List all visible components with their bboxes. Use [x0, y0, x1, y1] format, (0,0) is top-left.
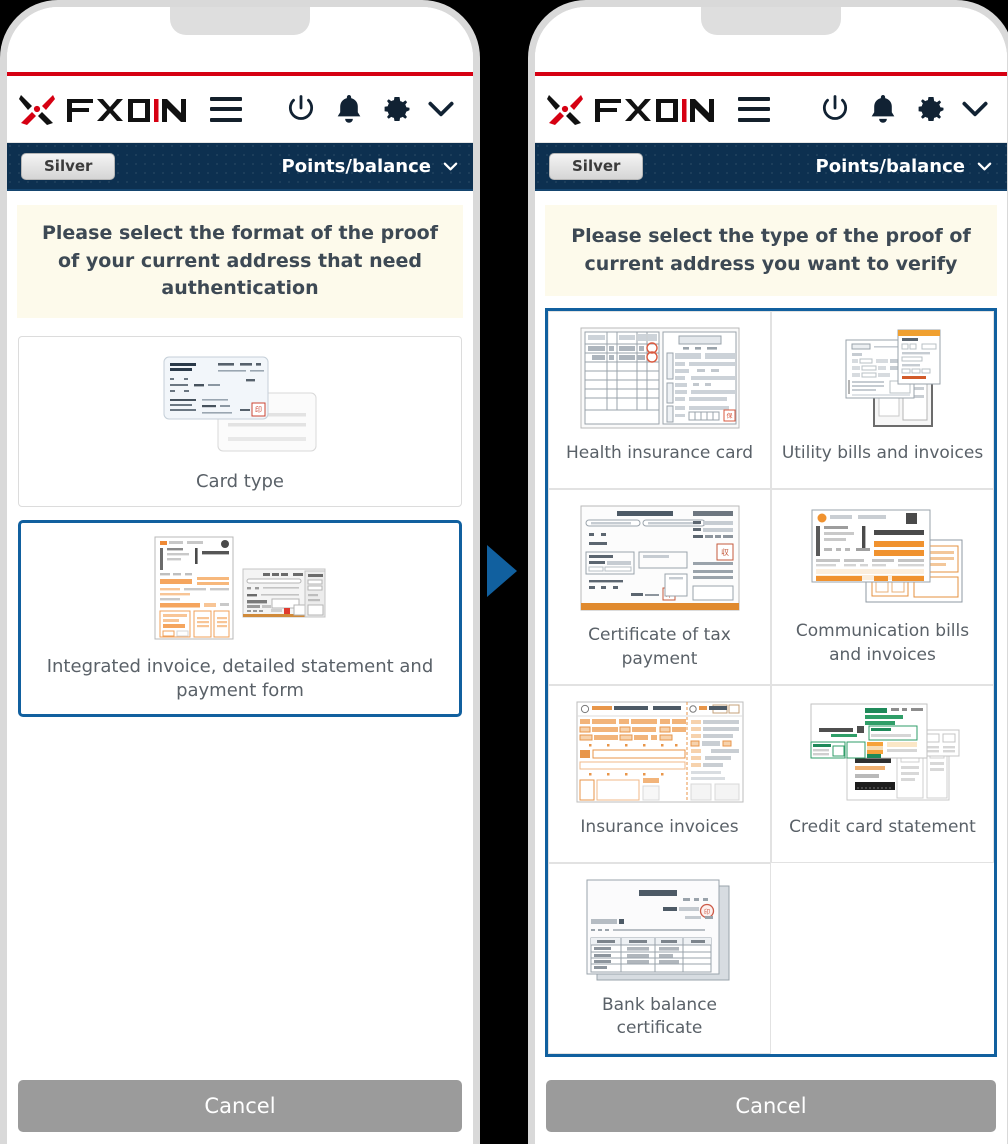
format-option-list: 印 Card type Integrated invoice, detailed… [7, 328, 473, 717]
svg-text:印: 印 [703, 909, 709, 916]
power-icon[interactable] [819, 93, 851, 125]
grid-item-label: Certificate of tax payment [588, 625, 731, 669]
rank-badge[interactable]: Silver [21, 152, 116, 180]
points-balance-label: Points/balance [281, 155, 431, 177]
bank-balance-thumb: 印 [579, 878, 741, 982]
bell-icon[interactable] [333, 93, 365, 125]
grid-item-label: Credit card statement [789, 816, 976, 837]
header-actions [819, 93, 997, 125]
grid-item-utility-bills[interactable]: Utility bills and invoices [771, 311, 994, 490]
bell-icon[interactable] [867, 93, 899, 125]
screen-body-right: Please select the type of the proof of c… [535, 191, 1007, 1070]
grid-item-label: Bank balance certificate [601, 994, 718, 1039]
chevron-down-icon[interactable] [425, 93, 457, 125]
screen-body-left: Please select the format of the proof of… [7, 191, 473, 1070]
phone-mockup-left: Silver Points/balance Please select the … [0, 0, 480, 1144]
grid-item-health-insurance-card[interactable]: 保 Health insurance card [548, 311, 771, 490]
gear-icon[interactable] [915, 93, 947, 125]
grid-item-empty [771, 862, 994, 1055]
health-insurance-thumb: 保 [579, 326, 741, 430]
tax-certificate-thumb: 印 [579, 504, 741, 612]
app-header [7, 76, 473, 143]
rank-badge[interactable]: Silver [549, 152, 644, 180]
option-label: Integrated invoice, detailed statement a… [46, 655, 434, 702]
instruction-notice: Please select the format of the proof of… [17, 205, 463, 318]
grid-item-tax-certificate[interactable]: 印 [548, 489, 771, 685]
chevron-down-icon[interactable] [959, 93, 991, 125]
points-balance-button[interactable]: Points/balance [816, 156, 993, 177]
footer-left: Cancel [7, 1070, 473, 1144]
header-actions [285, 93, 463, 125]
option-label: Card type [195, 470, 285, 492]
grid-item-credit-card-statement[interactable]: Credit card statement [771, 684, 994, 863]
phone-mockup-right: Silver Points/balance Please select the … [528, 0, 1008, 1144]
instruction-notice: Please select the type of the proof of c… [545, 205, 997, 297]
fxon-logo[interactable] [545, 92, 716, 126]
document-type-grid-wrapper: 保 Health insurance card Utility bills an… [545, 308, 997, 1058]
chevron-down-icon [977, 162, 992, 170]
svg-text:収: 収 [721, 547, 729, 557]
footer-right: Cancel [535, 1070, 1007, 1144]
grid-item-label: Communication bills and invoices [795, 621, 970, 665]
cancel-button[interactable]: Cancel [18, 1080, 462, 1132]
svg-text:保: 保 [726, 412, 732, 420]
fxon-wordmark-icon [595, 99, 714, 122]
svg-text:印: 印 [255, 406, 262, 414]
points-balance-button[interactable]: Points/balance [282, 156, 459, 177]
fxon-mark-icon [19, 95, 55, 125]
cancel-button[interactable]: Cancel [546, 1080, 996, 1132]
card-type-thumb: 印 [156, 351, 324, 456]
phone-notch [701, 7, 841, 35]
phone-notch [170, 7, 310, 35]
fxon-wordmark-icon [67, 99, 186, 122]
app-screen-left: Silver Points/balance Please select the … [7, 7, 473, 1144]
communication-bills-thumb [802, 504, 964, 608]
fxon-mark-icon [547, 95, 583, 125]
chevron-down-icon [443, 162, 458, 170]
hamburger-menu-icon[interactable] [210, 96, 242, 122]
grid-item-label: Utility bills and invoices [781, 443, 984, 464]
points-balance-bar: Silver Points/balance [535, 143, 1007, 191]
points-balance-label: Points/balance [815, 155, 965, 177]
fxon-logo[interactable] [17, 92, 188, 126]
points-balance-bar: Silver Points/balance [7, 143, 473, 191]
option-card-type[interactable]: 印 Card type [18, 335, 462, 507]
document-type-grid: 保 Health insurance card Utility bills an… [548, 311, 994, 1055]
transition-arrow [487, 545, 517, 597]
grid-item-communication-bills[interactable]: Communication bills and invoices [771, 489, 994, 685]
app-screen-right: Silver Points/balance Please select the … [535, 7, 1007, 1144]
utility-bills-thumb [802, 326, 964, 430]
grid-item-bank-balance-certificate[interactable]: 印 Bank balance certificate [548, 862, 771, 1055]
hamburger-menu-icon[interactable] [738, 96, 770, 122]
app-header [535, 76, 1007, 143]
credit-card-statement-thumb [801, 700, 965, 804]
insurance-invoices-thumb [575, 700, 745, 804]
grid-item-insurance-invoices[interactable]: Insurance invoices [548, 684, 771, 863]
grid-item-label: Insurance invoices [580, 816, 739, 837]
invoice-thumb [151, 535, 329, 641]
grid-item-label: Health insurance card [566, 443, 753, 464]
screenshot-stage: Silver Points/balance Please select the … [0, 0, 1008, 1144]
gear-icon[interactable] [381, 93, 413, 125]
option-integrated-invoice[interactable]: Integrated invoice, detailed statement a… [18, 519, 462, 717]
power-icon[interactable] [285, 93, 317, 125]
